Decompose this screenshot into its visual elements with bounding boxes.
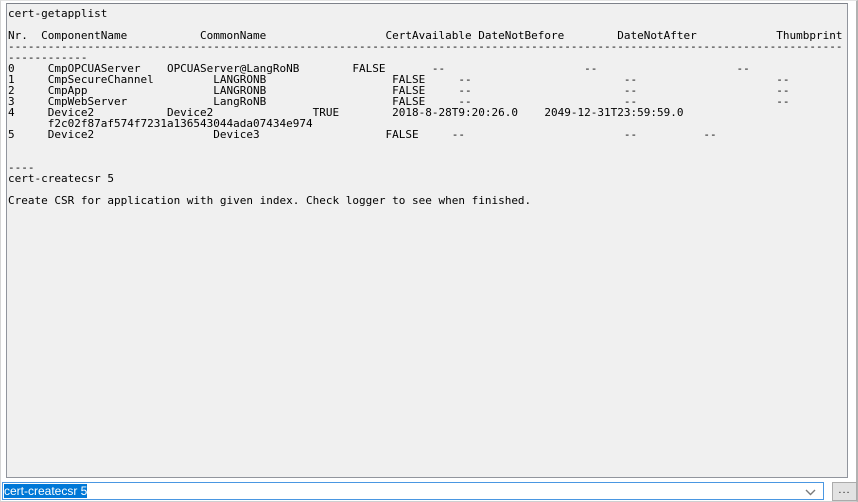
console-output[interactable]: cert-getapplist Nr. ComponentName Common… bbox=[6, 3, 848, 478]
command-input[interactable]: cert-createcsr 5 bbox=[2, 482, 824, 500]
console-text: cert-getapplist Nr. ComponentName Common… bbox=[8, 7, 843, 207]
more-button[interactable]: ... bbox=[832, 482, 857, 501]
command-input-value: cert-createcsr 5 bbox=[4, 484, 88, 498]
chevron-down-icon[interactable] bbox=[805, 489, 816, 496]
shell-window: cert-getapplist Nr. ComponentName Common… bbox=[0, 0, 858, 502]
